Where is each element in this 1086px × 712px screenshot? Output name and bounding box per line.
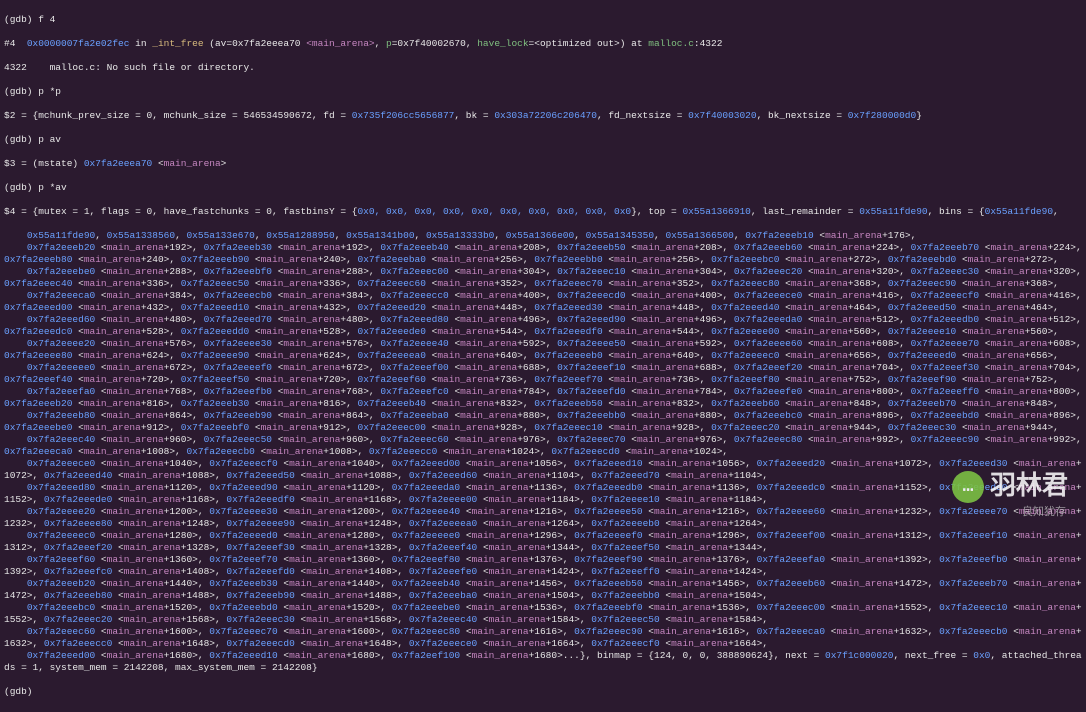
bins-dump: 0x55a11fde90, 0x55a1338560, 0x55a133e670… (4, 230, 1082, 674)
watermark-subtitle: 良知犹存 (1022, 507, 1066, 519)
ptr-line: $3 = (mstate) 0x7fa2eeea70 <main_arena> (4, 158, 1082, 170)
gdb-prompt[interactable]: (gdb) (4, 686, 1082, 698)
watermark-text: 羽林君 (990, 481, 1068, 493)
gdb-cmd[interactable]: (gdb) p av (4, 134, 1082, 146)
watermark: … 羽林君 (952, 471, 1068, 503)
gdb-cmd[interactable]: (gdb) f 4 (4, 14, 1082, 26)
src-line: 4322 malloc.c: No such file or directory… (4, 62, 1082, 74)
terminal-output: (gdb) f 4 #4 0x0000007fa2e02fec in _int_… (0, 0, 1086, 712)
gdb-cmd[interactable]: (gdb) p *av (4, 182, 1082, 194)
wechat-icon: … (952, 471, 984, 503)
struct-line: $2 = {mchunk_prev_size = 0, mchunk_size … (4, 110, 1082, 122)
av-struct: $4 = {mutex = 1, flags = 0, have_fastchu… (4, 206, 1082, 218)
gdb-cmd[interactable]: (gdb) p *p (4, 86, 1082, 98)
frame-line: #4 0x0000007fa2e02fec in _int_free (av=0… (4, 38, 1082, 50)
